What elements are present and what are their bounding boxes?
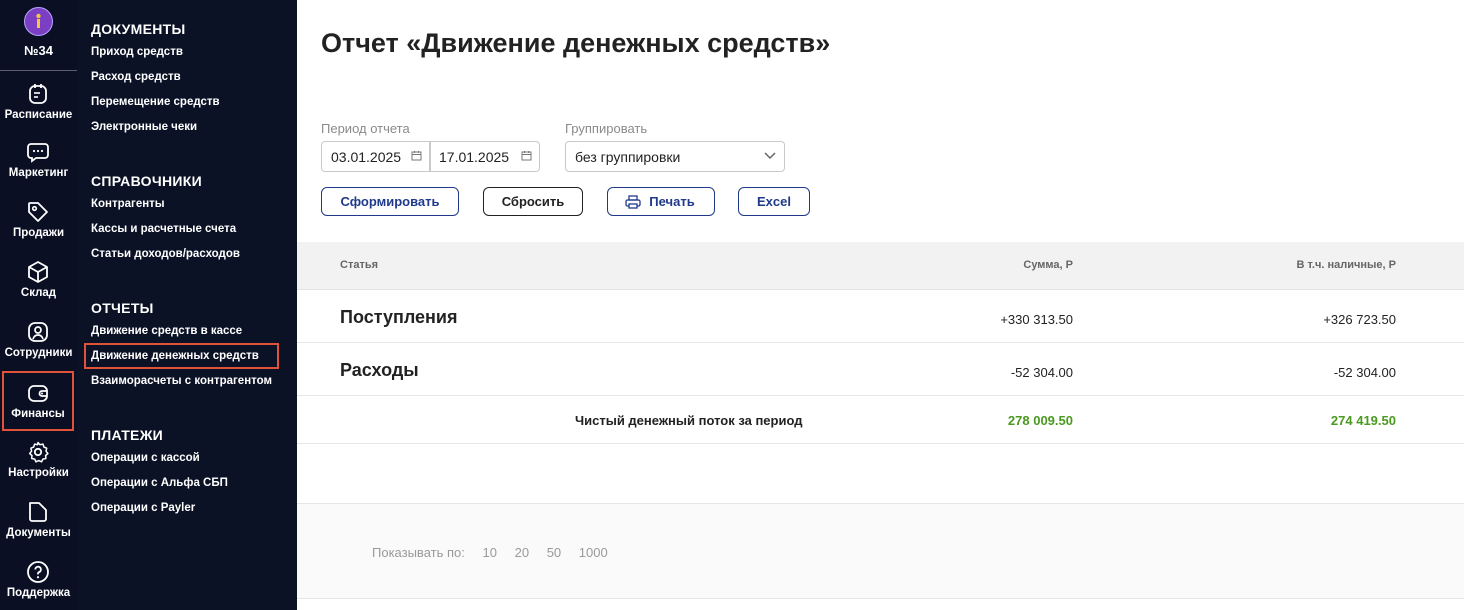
column-sum: Сумма, Р xyxy=(1023,259,1073,271)
menu-heading: ДОКУМЕНТЫ xyxy=(91,21,186,37)
menu-section-payments: ПЛАТЕЖИ Операции с кассой Операции с Аль… xyxy=(91,424,228,521)
menu-link-transfer[interactable]: Перемещение средств xyxy=(91,90,220,115)
page-size-1000[interactable]: 1000 xyxy=(579,545,608,560)
menu-link-settlements[interactable]: Взаиморасчеты с контрагентом xyxy=(91,369,277,394)
menu-heading: СПРАВОЧНИКИ xyxy=(91,173,202,189)
menu-link-articles[interactable]: Статьи доходов/расходов xyxy=(91,242,240,267)
menu-link-income[interactable]: Приход средств xyxy=(91,40,220,65)
table-row-expense: Расходы -52 304.00 -52 304.00 xyxy=(297,343,1464,396)
menu-section-reports: ОТЧЕТЫ Движение средств в кассе Движение… xyxy=(84,297,279,394)
club-number: №34 xyxy=(24,43,53,58)
menu-link-payler[interactable]: Операции с Payler xyxy=(91,496,228,521)
print-label: Печать xyxy=(649,194,695,209)
reset-button[interactable]: Сбросить xyxy=(483,187,583,216)
menu-heading: ОТЧЕТЫ xyxy=(91,300,154,316)
menu-link-cash-movement[interactable]: Движение средств в кассе xyxy=(91,319,277,344)
help-icon xyxy=(27,561,49,583)
figure-icon xyxy=(36,13,41,28)
nav-settings[interactable]: Настройки xyxy=(0,430,77,490)
wallet-icon xyxy=(28,385,48,402)
menu-link-receipts[interactable]: Электронные чеки xyxy=(91,115,220,140)
row-cash: -52 304.00 xyxy=(1333,365,1396,380)
nav-label: Сотрудники xyxy=(4,347,73,359)
menu-heading: ПЛАТЕЖИ xyxy=(91,427,164,443)
grouping-select[interactable]: без группировки xyxy=(565,141,785,172)
nav-warehouse[interactable]: Склад xyxy=(0,250,77,310)
nav-label: Поддержка xyxy=(6,587,71,599)
column-cash: В т.ч. наличные, Р xyxy=(1296,259,1396,271)
group-label: Группировать xyxy=(565,121,648,136)
row-sum: -52 304.00 xyxy=(1010,365,1073,380)
menu-link-accounts[interactable]: Кассы и расчетные счета xyxy=(91,217,240,242)
print-button[interactable]: Печать xyxy=(607,187,715,216)
total-sum: 278 009.50 xyxy=(1007,413,1073,428)
period-label: Период отчета xyxy=(321,121,410,136)
nav-label: Документы xyxy=(6,527,71,539)
gear-icon xyxy=(28,441,49,463)
icon-rail: №34 Расписание Маркетинг Продажи Склад С… xyxy=(0,0,77,610)
page-size-20[interactable]: 20 xyxy=(515,545,529,560)
menu-link-alfa-sbp[interactable]: Операции с Альфа СБП xyxy=(91,471,228,496)
nav-documents[interactable]: Документы xyxy=(0,490,77,550)
table-row-income: Поступления +330 313.50 +326 723.50 xyxy=(297,290,1464,343)
page-size-50[interactable]: 50 xyxy=(547,545,561,560)
club-avatar[interactable] xyxy=(24,7,53,36)
date-to-value: 17.01.2025 xyxy=(439,149,510,165)
row-name: Поступления xyxy=(340,307,458,327)
table-footer: Показывать по: 10 20 50 1000 xyxy=(297,503,1464,599)
page-size-label: Показывать по: xyxy=(372,545,465,560)
nav-marketing[interactable]: Маркетинг xyxy=(0,130,77,190)
total-label: Чистый денежный поток за период xyxy=(575,413,803,428)
row-name: Расходы xyxy=(340,360,419,380)
calendar-icon xyxy=(29,84,47,104)
report-content: Отчет «Движение денежных средств» Период… xyxy=(297,0,1464,610)
nav-sales[interactable]: Продажи xyxy=(0,190,77,250)
nav-finance[interactable]: Финансы xyxy=(2,371,74,431)
printer-icon xyxy=(625,195,641,209)
club-selector[interactable]: №34 xyxy=(0,0,77,71)
nav-label: Продажи xyxy=(12,227,65,239)
nav-label: Склад xyxy=(20,287,57,299)
page-size-selector: Показывать по: 10 20 50 1000 xyxy=(372,545,608,560)
table-header: Статья Сумма, Р В т.ч. наличные, Р xyxy=(297,242,1464,290)
row-sum: +330 313.50 xyxy=(1000,312,1073,327)
column-article: Статья xyxy=(340,259,379,271)
calendar-icon[interactable] xyxy=(521,150,532,161)
date-from-field[interactable]: 03.01.2025 xyxy=(321,141,431,172)
finance-menu: ДОКУМЕНТЫ Приход средств Расход средств … xyxy=(77,0,297,610)
menu-section-references: СПРАВОЧНИКИ Контрагенты Кассы и расчетны… xyxy=(91,170,240,267)
box-icon xyxy=(28,261,48,283)
grouping-value: без группировки xyxy=(575,149,681,165)
date-to-field[interactable]: 17.01.2025 xyxy=(429,141,540,172)
nav-label: Финансы xyxy=(11,408,65,420)
nav-label: Расписание xyxy=(4,109,73,121)
menu-link-cash-ops[interactable]: Операции с кассой xyxy=(91,446,228,471)
chat-icon xyxy=(27,143,49,163)
page-size-10[interactable]: 10 xyxy=(483,545,497,560)
menu-link-counterparties[interactable]: Контрагенты xyxy=(91,192,240,217)
menu-link-cash-flow[interactable]: Движение денежных средств xyxy=(84,343,279,369)
calendar-icon[interactable] xyxy=(411,150,422,161)
total-cash: 274 419.50 xyxy=(1330,413,1396,428)
date-from-value: 03.01.2025 xyxy=(331,149,402,165)
user-icon xyxy=(28,322,48,342)
nav-label: Маркетинг xyxy=(8,167,69,179)
chevron-down-icon xyxy=(764,152,776,160)
row-cash: +326 723.50 xyxy=(1323,312,1396,327)
nav-staff[interactable]: Сотрудники xyxy=(0,310,77,370)
nav-label: Настройки xyxy=(8,467,69,479)
tag-icon xyxy=(28,202,48,222)
menu-section-documents: ДОКУМЕНТЫ Приход средств Расход средств … xyxy=(91,18,220,140)
nav-schedule[interactable]: Расписание xyxy=(0,72,77,132)
table-row-total: Чистый денежный поток за период 278 009.… xyxy=(297,396,1464,444)
generate-button[interactable]: Сформировать xyxy=(321,187,459,216)
excel-button[interactable]: Excel xyxy=(738,187,810,216)
page-title: Отчет «Движение денежных средств» xyxy=(321,28,831,58)
nav-support[interactable]: Поддержка xyxy=(0,550,77,610)
menu-link-expense[interactable]: Расход средств xyxy=(91,65,220,90)
folder-icon xyxy=(29,502,47,522)
